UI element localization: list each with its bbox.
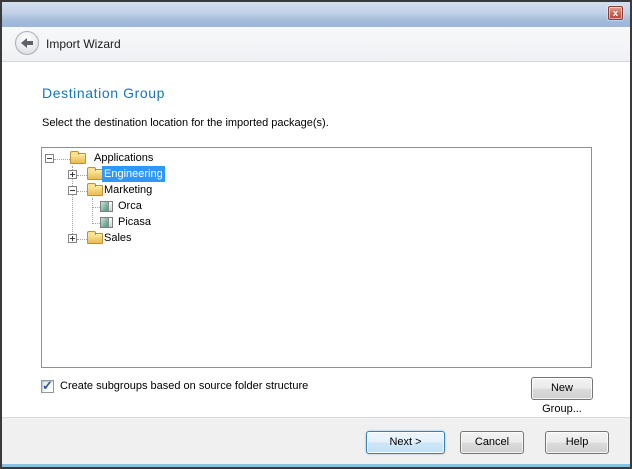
expand-plus-icon[interactable] [68,234,77,243]
tree-item-label[interactable]: Applications [94,150,153,166]
tree-connector [54,159,70,160]
new-group-button[interactable]: New Group... [531,377,593,400]
tree-connector [77,175,87,176]
folder-icon [87,233,103,244]
checkmark-icon: ✓ [42,378,53,394]
tree-item-applications[interactable]: Applications [42,150,591,166]
collapse-minus-icon[interactable] [45,154,54,163]
footer-bar [2,417,630,467]
next-button[interactable]: Next > [366,431,445,454]
tree-connector [77,191,87,192]
back-arrow-tail [27,41,33,45]
bottom-accent-strip [2,464,630,467]
back-button[interactable] [15,31,39,55]
tree-item-sales[interactable]: Sales [42,230,591,246]
tree-connector [92,223,100,224]
page-title: Destination Group [42,85,165,101]
tree-item-marketing[interactable]: Marketing [42,182,591,198]
help-button[interactable]: Help [545,431,609,454]
tree-item-label[interactable]: Orca [118,198,142,214]
tree-item-engineering[interactable]: Engineering [42,166,591,182]
tree-panel[interactable]: ApplicationsEngineeringMarketingOrcaPica… [41,147,592,368]
folder-icon [70,153,86,164]
tree-connector [77,239,87,240]
package-icon [100,217,113,228]
package-icon [100,201,113,212]
tree-connector [92,207,100,208]
wizard-title: Import Wizard [46,27,121,61]
import-wizard-window: x Import Wizard Destination Group Select… [0,0,632,469]
tree-item-orca[interactable]: Orca [42,198,591,214]
tree-item-label[interactable]: Picasa [118,214,151,230]
cancel-button[interactable]: Cancel [460,431,524,454]
create-subgroups-label[interactable]: Create subgroups based on source folder … [60,380,308,393]
folder-icon [87,185,103,196]
tree-item-label[interactable]: Marketing [104,182,152,198]
collapse-minus-icon[interactable] [68,186,77,195]
expand-plus-icon[interactable] [68,170,77,179]
tree-item-label[interactable]: Sales [104,230,132,246]
tree-item-picasa[interactable]: Picasa [42,214,591,230]
close-icon[interactable]: x [608,6,623,20]
page-description: Select the destination location for the … [42,117,329,129]
tree-item-label[interactable]: Engineering [102,166,165,182]
create-subgroups-checkbox[interactable]: ✓ [41,380,54,393]
titlebar: x [2,2,630,28]
wizard-header: Import Wizard [2,27,630,62]
folder-icon [87,169,103,180]
